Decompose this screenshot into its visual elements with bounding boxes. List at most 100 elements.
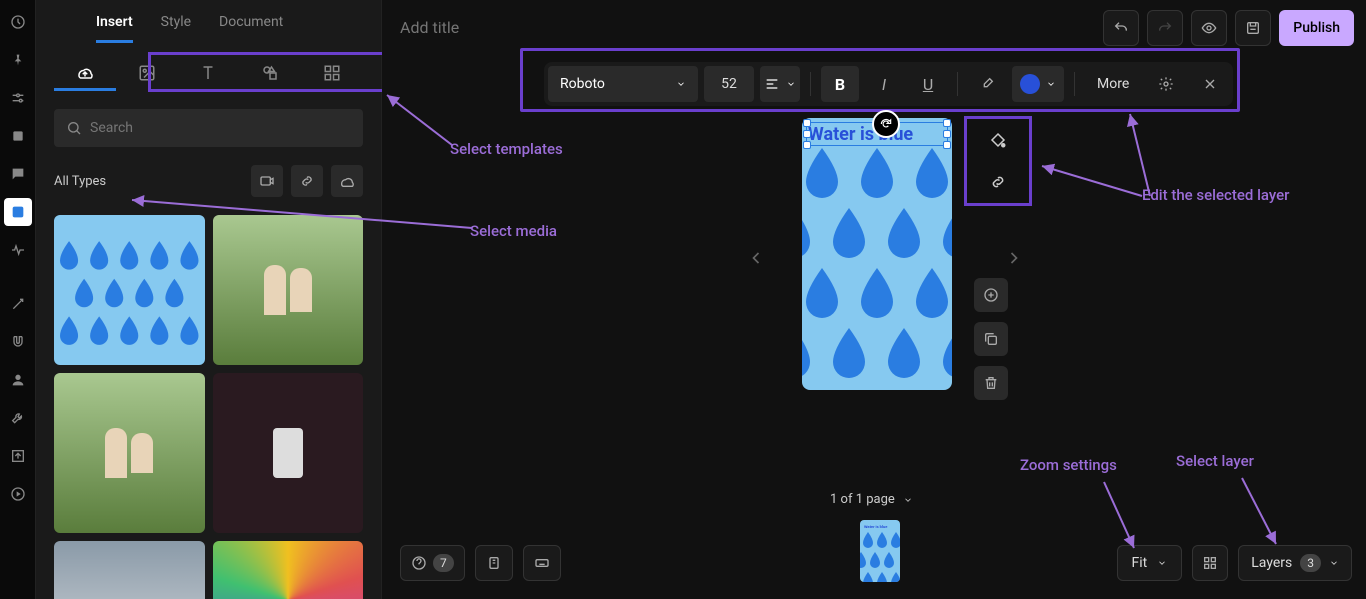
rail-layers-icon[interactable]: [4, 122, 32, 150]
italic-button[interactable]: I: [865, 66, 903, 102]
save-button[interactable]: [1235, 10, 1271, 46]
search-box[interactable]: [54, 109, 363, 147]
filter-cloud-icon[interactable]: [331, 165, 363, 197]
align-select[interactable]: [760, 66, 800, 102]
rail-export-icon[interactable]: [4, 442, 32, 470]
top-right-actions: Publish: [1103, 10, 1354, 46]
next-page-button[interactable]: [1004, 248, 1024, 272]
rail-pulse-icon[interactable]: [4, 236, 32, 264]
keyboard-button[interactable]: [523, 545, 561, 581]
add-element-button[interactable]: [974, 278, 1008, 312]
asset-shape-icon[interactable]: [239, 55, 301, 91]
anno-select-layer: Select layer: [1176, 452, 1254, 470]
rail-adjust-icon[interactable]: [4, 84, 32, 112]
rail-magnet-icon[interactable]: [4, 328, 32, 356]
redo-button[interactable]: [1147, 10, 1183, 46]
sidebar: Insert Style Document All Types: [36, 0, 382, 599]
search-input[interactable]: [90, 120, 351, 136]
tab-document[interactable]: Document: [219, 14, 283, 43]
rail-wand-icon[interactable]: [4, 290, 32, 318]
resize-handle[interactable]: [803, 119, 811, 127]
media-thumb-2[interactable]: [213, 215, 364, 365]
page-thumbnail[interactable]: Water is blue: [860, 520, 900, 582]
resize-handle[interactable]: [943, 141, 951, 149]
preview-button[interactable]: [1191, 10, 1227, 46]
rail-spacer: [4, 274, 32, 280]
asset-text-icon[interactable]: [178, 55, 240, 91]
anno-arrow: [1232, 472, 1292, 556]
color-swatch: [1020, 74, 1040, 94]
anno-arrow: [1032, 156, 1152, 210]
title-input[interactable]: [400, 18, 700, 37]
font-size-input[interactable]: 52: [704, 66, 754, 102]
sidebar-tabs: Insert Style Document: [36, 0, 381, 43]
filter-link-icon[interactable]: [291, 165, 323, 197]
bottom-right-actions: Fit Layers 3: [1117, 545, 1352, 581]
grid-view-button[interactable]: [1192, 545, 1228, 581]
chevron-down-icon: [1329, 558, 1339, 568]
canvas-background: [802, 148, 952, 390]
media-thumb-5[interactable]: [54, 541, 205, 599]
chevron-down-icon: [676, 79, 686, 89]
delete-button[interactable]: [974, 366, 1008, 400]
help-button[interactable]: 7: [400, 545, 465, 581]
resize-handle[interactable]: [943, 119, 951, 127]
tab-insert[interactable]: Insert: [96, 14, 133, 43]
media-thumb-6[interactable]: [213, 541, 364, 599]
type-label[interactable]: All Types: [54, 174, 106, 189]
layer-tools-highlight-box: [964, 116, 1032, 206]
rail-dashboard-icon[interactable]: [4, 8, 32, 36]
fill-tool-button[interactable]: [978, 123, 1018, 157]
layers-count: 3: [1300, 554, 1321, 572]
rail-app-icon[interactable]: [4, 198, 32, 226]
asset-upload-icon[interactable]: [54, 55, 116, 91]
resize-handle[interactable]: [943, 130, 951, 138]
fit-label: Fit: [1132, 555, 1148, 571]
bold-button[interactable]: B: [821, 66, 859, 102]
text-color-select[interactable]: [1012, 66, 1064, 102]
layers-panel-button[interactable]: Layers 3: [1238, 545, 1352, 581]
rail-play-icon[interactable]: [4, 480, 32, 508]
rail-wrench-icon[interactable]: [4, 404, 32, 432]
rail-user-icon[interactable]: [4, 366, 32, 394]
eyedropper-button[interactable]: [968, 66, 1006, 102]
type-filter-row: All Types: [36, 147, 381, 197]
underline-button[interactable]: U: [909, 66, 947, 102]
left-rail: [0, 0, 36, 599]
canvas[interactable]: Water is blue: [802, 118, 952, 390]
link-tool-button[interactable]: [978, 165, 1018, 199]
page-indicator[interactable]: 1 of 1 page: [830, 492, 913, 507]
tab-style[interactable]: Style: [161, 14, 191, 43]
close-button[interactable]: [1191, 66, 1229, 102]
resize-handle[interactable]: [803, 141, 811, 149]
pager-text: 1 of 1 page: [830, 492, 895, 507]
rail-pin-icon[interactable]: [4, 46, 32, 74]
more-button[interactable]: More: [1085, 66, 1141, 102]
media-thumb-3[interactable]: [54, 373, 205, 533]
undo-button[interactable]: [1103, 10, 1139, 46]
align-left-icon: [764, 76, 780, 92]
asset-templates-icon[interactable]: [301, 55, 363, 91]
rail-comment-icon[interactable]: [4, 160, 32, 188]
chevron-down-icon: [1157, 558, 1167, 568]
history-button[interactable]: [475, 545, 513, 581]
duplicate-button[interactable]: [974, 322, 1008, 356]
resize-handle[interactable]: [803, 130, 811, 138]
asset-image-icon[interactable]: [116, 55, 178, 91]
anno-media: Select media: [470, 222, 557, 240]
toolbar-separator: [957, 72, 958, 96]
font-select[interactable]: Roboto: [548, 66, 698, 102]
chevron-down-icon: [903, 495, 913, 505]
settings-button[interactable]: [1147, 66, 1185, 102]
filter-video-icon[interactable]: [251, 165, 283, 197]
rotate-handle[interactable]: [872, 110, 900, 138]
anno-edit-layer: Edit the selected layer: [1142, 186, 1289, 204]
zoom-fit-select[interactable]: Fit: [1117, 545, 1183, 581]
publish-button[interactable]: Publish: [1279, 10, 1354, 46]
svg-text:Water is blue: Water is blue: [864, 524, 888, 529]
bottom-left-actions: 7: [400, 545, 561, 581]
media-thumb-4[interactable]: [213, 373, 364, 533]
media-thumb-1[interactable]: [54, 215, 205, 365]
anno-zoom: Zoom settings: [1020, 456, 1117, 474]
prev-page-button[interactable]: [746, 248, 766, 272]
